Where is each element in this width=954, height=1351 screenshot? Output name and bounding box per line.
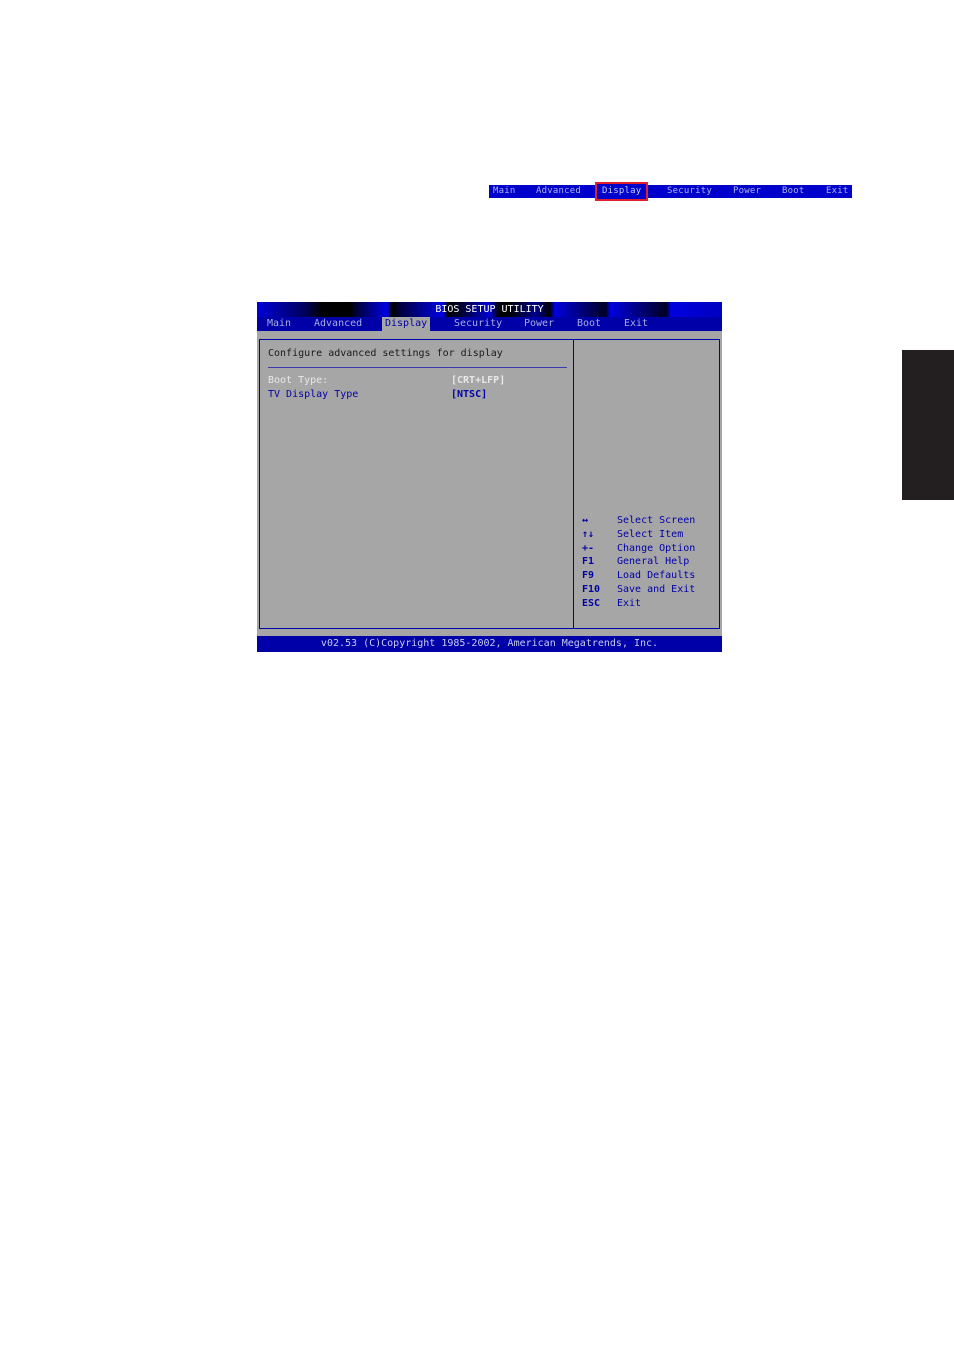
chapter-side-tab — [902, 350, 954, 500]
tab-security[interactable]: Security — [454, 317, 502, 331]
tab-boot[interactable]: Boot — [577, 317, 601, 331]
f10-key: F10 — [582, 583, 601, 595]
bios-title: BIOS SETUP UTILITY — [435, 304, 544, 315]
help-row: ↔ Select Screen — [582, 514, 695, 528]
f1-key: F1 — [582, 556, 595, 568]
help-row: F9 Load Defaults — [582, 569, 695, 583]
tab-power[interactable]: Power — [524, 317, 554, 331]
help-panel: ↔ Select Screen ↑↓ Select Item +- Change Op… — [574, 339, 720, 629]
tab-exit[interactable]: Exit — [624, 317, 648, 331]
left-right-arrow-icon: ↔ — [582, 515, 589, 526]
help-action: Select Item — [617, 528, 684, 540]
option-value: [CRT+LFP] — [451, 375, 506, 386]
help-action: Save and Exit — [617, 583, 696, 595]
help-row: F1 General Help — [582, 555, 695, 569]
option-label[interactable]: TV Display Type — [268, 389, 451, 400]
help-action: General Help — [617, 556, 690, 568]
tab-display[interactable]: Display — [382, 317, 431, 331]
help-action: Select Screen — [617, 515, 696, 526]
tab-main[interactable]: Main — [267, 317, 291, 331]
help-action: Load Defaults — [617, 570, 696, 582]
bios-tab-bar: Main Advanced Display Security Power Boo… — [257, 317, 722, 331]
copyright-footer: v02.53 (C)Copyright 1985-2002, American … — [257, 636, 722, 652]
panel-description: Configure advanced settings for display — [268, 348, 503, 359]
key-help-list: ↔ Select Screen ↑↓ Select Item +- Change Op… — [582, 514, 695, 611]
help-row: +- Change Option — [582, 542, 695, 556]
mini-menu-exit[interactable]: Exit — [826, 185, 848, 198]
mini-menu-advanced[interactable]: Advanced — [536, 185, 581, 198]
option-label: Boot Type: — [268, 375, 329, 386]
mini-menu-security[interactable]: Security — [667, 185, 712, 198]
f9-key: F9 — [582, 570, 595, 582]
bios-screen: BIOS SETUP UTILITY Main Advanced Display… — [257, 302, 722, 652]
tab-advanced[interactable]: Advanced — [314, 317, 362, 331]
esc-key: ESC — [582, 597, 601, 609]
option-value[interactable]: [NTSC] — [451, 389, 487, 400]
mini-menu-main[interactable]: Main — [493, 185, 515, 198]
help-action: Exit — [617, 597, 642, 609]
divider — [268, 367, 567, 368]
help-row: F10 Save and Exit — [582, 583, 695, 597]
help-action: Change Option — [617, 542, 696, 554]
option-boot-type: Boot Type: [CRT+LFP] — [268, 375, 505, 386]
mini-menu-power[interactable]: Power — [733, 185, 761, 198]
help-row: ↑↓ Select Item — [582, 528, 695, 542]
settings-panel: Configure advanced settings for display … — [259, 339, 574, 629]
option-tv-display-type[interactable]: TV Display Type [NTSC] — [268, 389, 487, 400]
up-down-arrow-icon: ↑↓ — [582, 528, 595, 540]
mini-menu-display[interactable]: Display — [594, 182, 649, 201]
plus-minus-key: +- — [582, 542, 595, 554]
bios-title-bar: BIOS SETUP UTILITY — [257, 302, 722, 317]
mini-menu-bar: Main Advanced Display Security Power Boo… — [489, 182, 852, 201]
help-row: ESC Exit — [582, 597, 695, 611]
mini-menu-boot[interactable]: Boot — [782, 185, 804, 198]
